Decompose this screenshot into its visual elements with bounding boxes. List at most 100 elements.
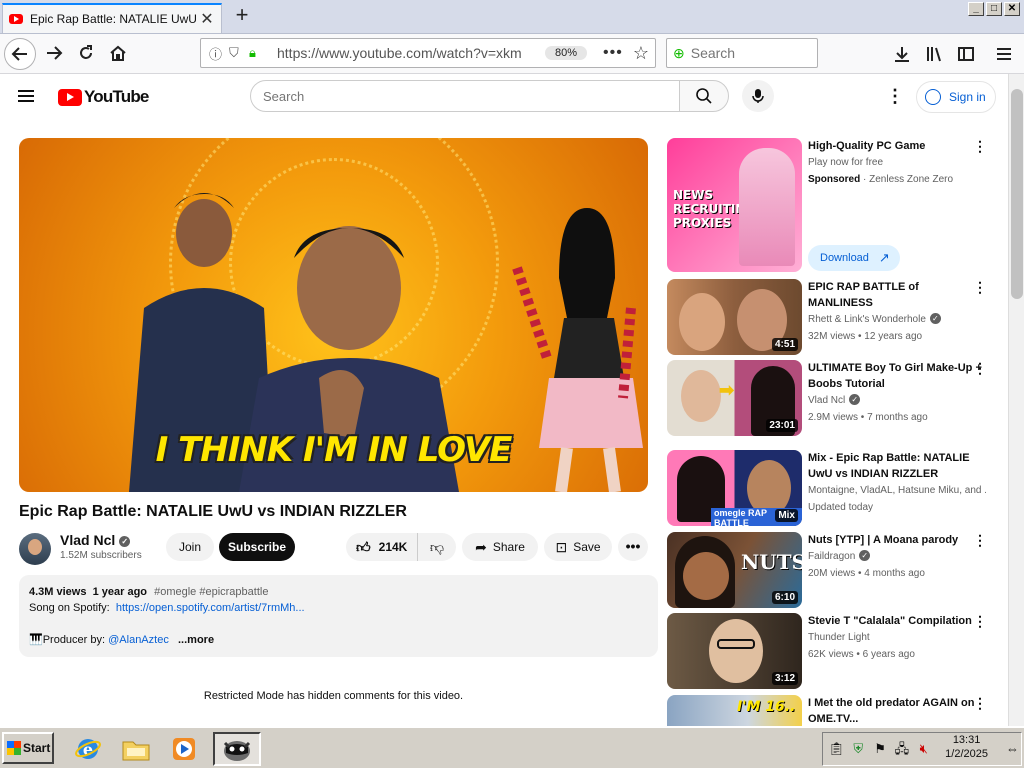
guide-menu-icon[interactable] — [18, 87, 38, 107]
video-channel[interactable]: Vlad Ncl ✓ — [808, 392, 986, 409]
tab-close-icon[interactable]: ✕ — [199, 9, 215, 29]
youtube-search-box[interactable] — [250, 80, 680, 112]
new-tab-button[interactable]: + — [230, 4, 254, 28]
channel-name[interactable]: Vlad Ncl ✓ — [60, 532, 131, 548]
youtube-favicon-icon — [9, 14, 23, 24]
video-menu-icon[interactable]: ⋮ — [973, 279, 987, 295]
video-thumbnail[interactable]: ➡ 23:01 — [667, 360, 802, 436]
show-more-link[interactable]: ...more — [178, 634, 214, 646]
video-channel[interactable]: Faildragon ✓ — [808, 548, 986, 565]
spotify-link[interactable]: https://open.spotify.com/artist/7rmMh... — [116, 602, 305, 614]
internet-explorer-icon[interactable]: e — [70, 732, 106, 766]
reload-button[interactable] — [70, 38, 102, 70]
video-title[interactable]: ULTIMATE Boy To Girl Make-Up + Boobs Tut… — [808, 360, 986, 392]
video-menu-icon[interactable]: ⋮ — [973, 695, 987, 711]
sidebar-video-5[interactable]: 3:12 Stevie T "Calalala" Compilation Thu… — [667, 613, 997, 689]
firefox-taskbar-button[interactable] — [213, 732, 261, 766]
join-button[interactable]: Join — [166, 533, 214, 561]
info-icon[interactable]: ⓘ — [209, 44, 225, 63]
page-actions-icon[interactable]: ••• — [603, 44, 623, 62]
ad-thumbnail[interactable]: NEWS RECRUITING PROXIES — [667, 138, 802, 272]
flag-icon[interactable]: ⚑ — [872, 741, 889, 757]
video-thumbnail[interactable]: 4:51 — [667, 279, 802, 355]
sidebar-ad[interactable]: NEWS RECRUITING PROXIES High-Quality PC … — [667, 138, 997, 272]
video-channel[interactable]: Rhett & Link's Wonderhole ✓ — [808, 311, 986, 328]
back-button[interactable] — [4, 38, 36, 70]
clipboard-icon[interactable]: 📋︎ — [828, 741, 845, 757]
zoom-indicator[interactable]: 80% — [545, 46, 588, 60]
video-title[interactable]: Stevie T "Calalala" Compilation — [808, 613, 986, 629]
video-thumbnail[interactable]: NUTS 6:10 — [667, 532, 802, 608]
menu-icon[interactable] — [992, 42, 1016, 66]
media-player-icon[interactable] — [166, 732, 202, 766]
file-explorer-icon[interactable] — [118, 732, 154, 766]
minimize-button[interactable]: _ — [968, 2, 984, 16]
video-menu-icon[interactable]: ⋮ — [973, 613, 987, 629]
browser-tab[interactable]: Epic Rap Battle: NATALIE UwU vs INDIAN R… — [2, 3, 222, 33]
more-actions-icon[interactable]: ••• — [618, 533, 648, 561]
video-thumbnail[interactable]: 3:12 — [667, 613, 802, 689]
ad-title[interactable]: High-Quality PC Game — [808, 138, 986, 154]
tracking-protection-icon[interactable]: ⛉ — [229, 45, 245, 61]
channel-name-label[interactable]: Vlad Ncl — [60, 532, 115, 548]
volume-muted-icon[interactable]: 🔇︎ — [915, 741, 932, 757]
ad-sponsor-line: Sponsored · Zenless Zone Zero — [808, 171, 986, 188]
bookmark-star-icon[interactable]: ☆ — [633, 43, 649, 64]
video-channel[interactable]: Thunder Light — [808, 629, 986, 646]
downloads-icon[interactable] — [890, 42, 914, 66]
youtube-search-button[interactable] — [679, 80, 729, 112]
external-link-icon: ↗ — [878, 250, 890, 265]
security-shield-icon[interactable]: ⛨ — [850, 741, 867, 757]
youtube-logo[interactable]: YouTube — [58, 87, 149, 107]
sidebar-video-2[interactable]: ➡ 23:01 ULTIMATE Boy To Girl Make-Up + B… — [667, 360, 997, 436]
video-player[interactable]: I THINK I'M IN LOVE — [19, 138, 648, 492]
page-scrollbar[interactable] — [1008, 74, 1024, 726]
reload-icon — [80, 45, 92, 59]
share-button[interactable]: ➦ Share — [462, 533, 538, 561]
dislike-button[interactable]: 👎︎ — [418, 539, 456, 556]
video-title[interactable]: EPIC RAP BATTLE of MANLINESS — [808, 279, 986, 311]
maximize-button[interactable]: □ — [986, 2, 1002, 16]
sidebar-video-1[interactable]: 4:51 EPIC RAP BATTLE of MANLINESS Rhett … — [667, 279, 997, 355]
library-icon[interactable] — [922, 42, 946, 66]
mix-thumbnail[interactable]: omegle RAP BATTLE Mix — [667, 450, 802, 526]
ad-download-button[interactable]: Download ↗ — [808, 245, 900, 271]
start-button[interactable]: Start — [2, 732, 54, 764]
home-button[interactable] — [102, 38, 134, 70]
like-button[interactable]: 👍︎ 214K — [346, 533, 418, 561]
save-button[interactable]: ⊡ Save — [544, 533, 612, 561]
youtube-search-input[interactable] — [263, 88, 663, 104]
settings-kebab-icon[interactable]: ⋮ — [886, 86, 904, 108]
address-bar[interactable]: ⓘ ⛉ 🔒︎ https://www.youtube.com/watch?v=x… — [200, 38, 656, 68]
video-title[interactable]: I Met the old predator AGAIN on OME.TV..… — [808, 695, 986, 726]
sidebar-toggle-icon[interactable] — [954, 42, 978, 66]
video-menu-icon[interactable]: ⋮ — [973, 532, 987, 548]
sidebar-video-4[interactable]: NUTS 6:10 Nuts [YTP] | A Moana parody Fa… — [667, 532, 997, 608]
close-window-button[interactable]: ✕ — [1004, 2, 1020, 16]
video-menu-icon[interactable]: ⋮ — [973, 360, 987, 376]
forward-button[interactable] — [38, 38, 70, 70]
voice-search-button[interactable] — [742, 80, 774, 112]
mix-title[interactable]: Mix - Epic Rap Battle: NATALIE UwU vs IN… — [808, 450, 986, 482]
sidebar-video-6[interactable]: I'M 16.. I Met the old predator AGAIN on… — [667, 695, 997, 726]
video-description[interactable]: 4.3M views 1 year ago #omegle #epicrapba… — [19, 575, 658, 657]
network-icon[interactable]: 🖧︎ — [893, 741, 910, 757]
video-title[interactable]: Nuts [YTP] | A Moana parody — [808, 532, 986, 548]
spotify-line: Song on Spotify: https://open.spotify.co… — [29, 600, 648, 616]
ad-menu-icon[interactable]: ⋮ — [973, 138, 987, 154]
video-thumbnail[interactable]: I'M 16.. — [667, 695, 802, 726]
video-stats: 2.9M views • 7 months ago — [808, 412, 928, 423]
sidebar-mix[interactable]: omegle RAP BATTLE Mix Mix - Epic Rap Bat… — [667, 450, 997, 526]
channel-avatar[interactable] — [19, 533, 51, 565]
producer-link[interactable]: @AlanAztec — [108, 634, 169, 646]
browser-search-box[interactable]: ⊕ — [666, 38, 818, 68]
url-text[interactable]: https://www.youtube.com/watch?v=xkm — [277, 45, 537, 61]
scrollbar-thumb[interactable] — [1011, 89, 1023, 299]
system-clock[interactable]: 13:31 1/2/2025 — [945, 733, 988, 761]
subscribe-button[interactable]: Subscribe — [219, 533, 295, 561]
language-icon[interactable]: ⇔ — [1004, 741, 1021, 757]
lock-icon[interactable]: 🔒︎ — [249, 45, 265, 61]
sign-in-button[interactable]: Sign in — [916, 81, 996, 113]
browser-search-input[interactable] — [690, 45, 801, 61]
hashtags[interactable]: #omegle #epicrapbattle — [154, 586, 268, 598]
